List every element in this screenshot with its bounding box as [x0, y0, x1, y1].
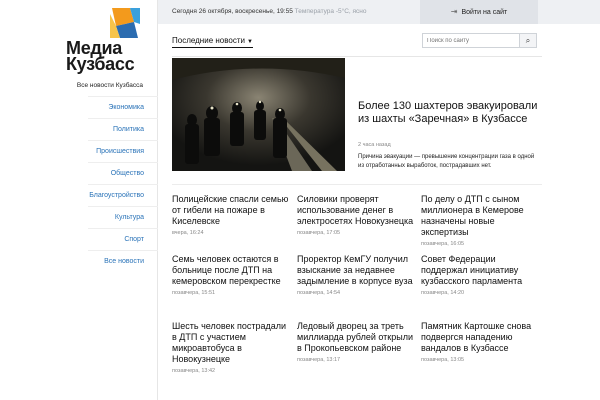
login-button[interactable]: ⇥ Войти на сайт — [420, 0, 538, 24]
news-title[interactable]: Силовики проверят использование денег в … — [297, 194, 415, 227]
news-time: вчера, 16:24 — [172, 230, 204, 236]
news-time: позавчера, 15:51 — [172, 290, 216, 296]
logo-wordmark: Медиа Кузбасс — [66, 39, 135, 74]
featured-summary: Причина эвакуации — превышение концентра… — [358, 154, 535, 169]
site-logo[interactable]: Медиа Кузбасс — [66, 6, 146, 86]
main-content: Последние новости▼ ⌕ — [172, 24, 542, 400]
news-card[interactable]: Памятник Картошке снова подвергся нападе… — [421, 321, 539, 363]
news-title[interactable]: Шесть человек пострадали в ДТП с участие… — [172, 321, 290, 365]
mine-tunnel-photo — [172, 58, 345, 171]
nav-item-all-news[interactable]: Все новости — [88, 250, 158, 272]
current-date: Сегодня 26 октября, воскресенье, 19:55 — [172, 8, 293, 15]
divider — [172, 56, 542, 57]
search-input[interactable] — [423, 34, 519, 47]
nav-item-politics[interactable]: Политика — [88, 118, 158, 140]
nav-item-improvement[interactable]: Благоустройство — [88, 184, 158, 206]
nav-item-culture[interactable]: Культура — [88, 206, 158, 228]
news-card[interactable]: Семь человек остаются в больнице после Д… — [172, 254, 290, 296]
news-time: позавчера, 13:17 — [297, 357, 341, 363]
nav-item-society[interactable]: Общество — [88, 162, 158, 184]
news-title[interactable]: Проректор КемГУ получил взыскание за нед… — [297, 254, 415, 287]
news-card[interactable]: По делу о ДТП с сыном миллионера в Кемер… — [421, 194, 539, 247]
divider — [172, 184, 542, 185]
latest-news-label: Последние новости — [172, 36, 245, 45]
chevron-down-icon: ▼ — [246, 39, 253, 45]
logo-mark-icon — [110, 8, 140, 38]
search-icon: ⌕ — [525, 36, 531, 45]
news-card[interactable]: Ледовый дворец за треть миллиарда рублей… — [297, 321, 415, 363]
news-time: позавчера, 16:05 — [421, 241, 465, 247]
featured-title[interactable]: Более 130 шахтеров эвакуировали из шахты… — [358, 100, 538, 126]
nav-item-sport[interactable]: Спорт — [88, 228, 158, 250]
news-time: позавчера, 13:05 — [421, 357, 465, 363]
news-title[interactable]: Совет Федерации поддержал инициативу куз… — [421, 254, 539, 287]
news-title[interactable]: Полицейские спасли семью от гибели на по… — [172, 194, 290, 227]
nav-item-incidents[interactable]: Происшествия — [88, 140, 158, 162]
sidebar-nav: Экономика Политика Происшествия Общество… — [88, 96, 158, 272]
news-card[interactable]: Силовики проверят использование денег в … — [297, 194, 415, 236]
date-weather-info: Сегодня 26 октября, воскресенье, 19:55 Т… — [172, 8, 367, 15]
news-title[interactable]: По делу о ДТП с сыном миллионера в Кемер… — [421, 194, 539, 238]
news-time: позавчера, 14:20 — [421, 290, 465, 296]
news-title[interactable]: Памятник Картошке снова подвергся нападе… — [421, 321, 539, 354]
news-time: позавчера, 17:05 — [297, 230, 341, 236]
login-icon: ⇥ — [450, 7, 458, 16]
news-time: позавчера, 14:54 — [297, 290, 341, 296]
news-card[interactable]: Полицейские спасли семью от гибели на по… — [172, 194, 290, 236]
news-time: позавчера, 13:42 — [172, 368, 216, 374]
news-card[interactable]: Шесть человек пострадали в ДТП с участие… — [172, 321, 290, 374]
latest-news-dropdown[interactable]: Последние новости ▼ — [172, 36, 253, 48]
login-label: Войти на сайт — [461, 9, 508, 16]
top-bar: Сегодня 26 октября, воскресенье, 19:55 Т… — [158, 0, 600, 24]
search-button[interactable]: ⌕ — [519, 34, 536, 47]
news-card[interactable]: Совет Федерации поддержал инициативу куз… — [421, 254, 539, 296]
site-tagline: Все новости Кузбасса — [76, 82, 143, 89]
news-title[interactable]: Семь человек остаются в больнице после Д… — [172, 254, 290, 287]
weather-text: Температура -5°С, ясно — [294, 8, 367, 15]
logo-text-line2: Кузбасс — [66, 54, 135, 74]
news-title[interactable]: Ледовый дворец за треть миллиарда рублей… — [297, 321, 415, 354]
news-card[interactable]: Проректор КемГУ получил взыскание за нед… — [297, 254, 415, 296]
search-box: ⌕ — [422, 33, 537, 48]
featured-time: 2 часа назад — [358, 142, 391, 148]
nav-item-economy[interactable]: Экономика — [88, 96, 158, 118]
featured-image[interactable] — [172, 58, 345, 171]
sidebar: Медиа Кузбасс Все новости Кузбасса Эконо… — [0, 0, 158, 400]
